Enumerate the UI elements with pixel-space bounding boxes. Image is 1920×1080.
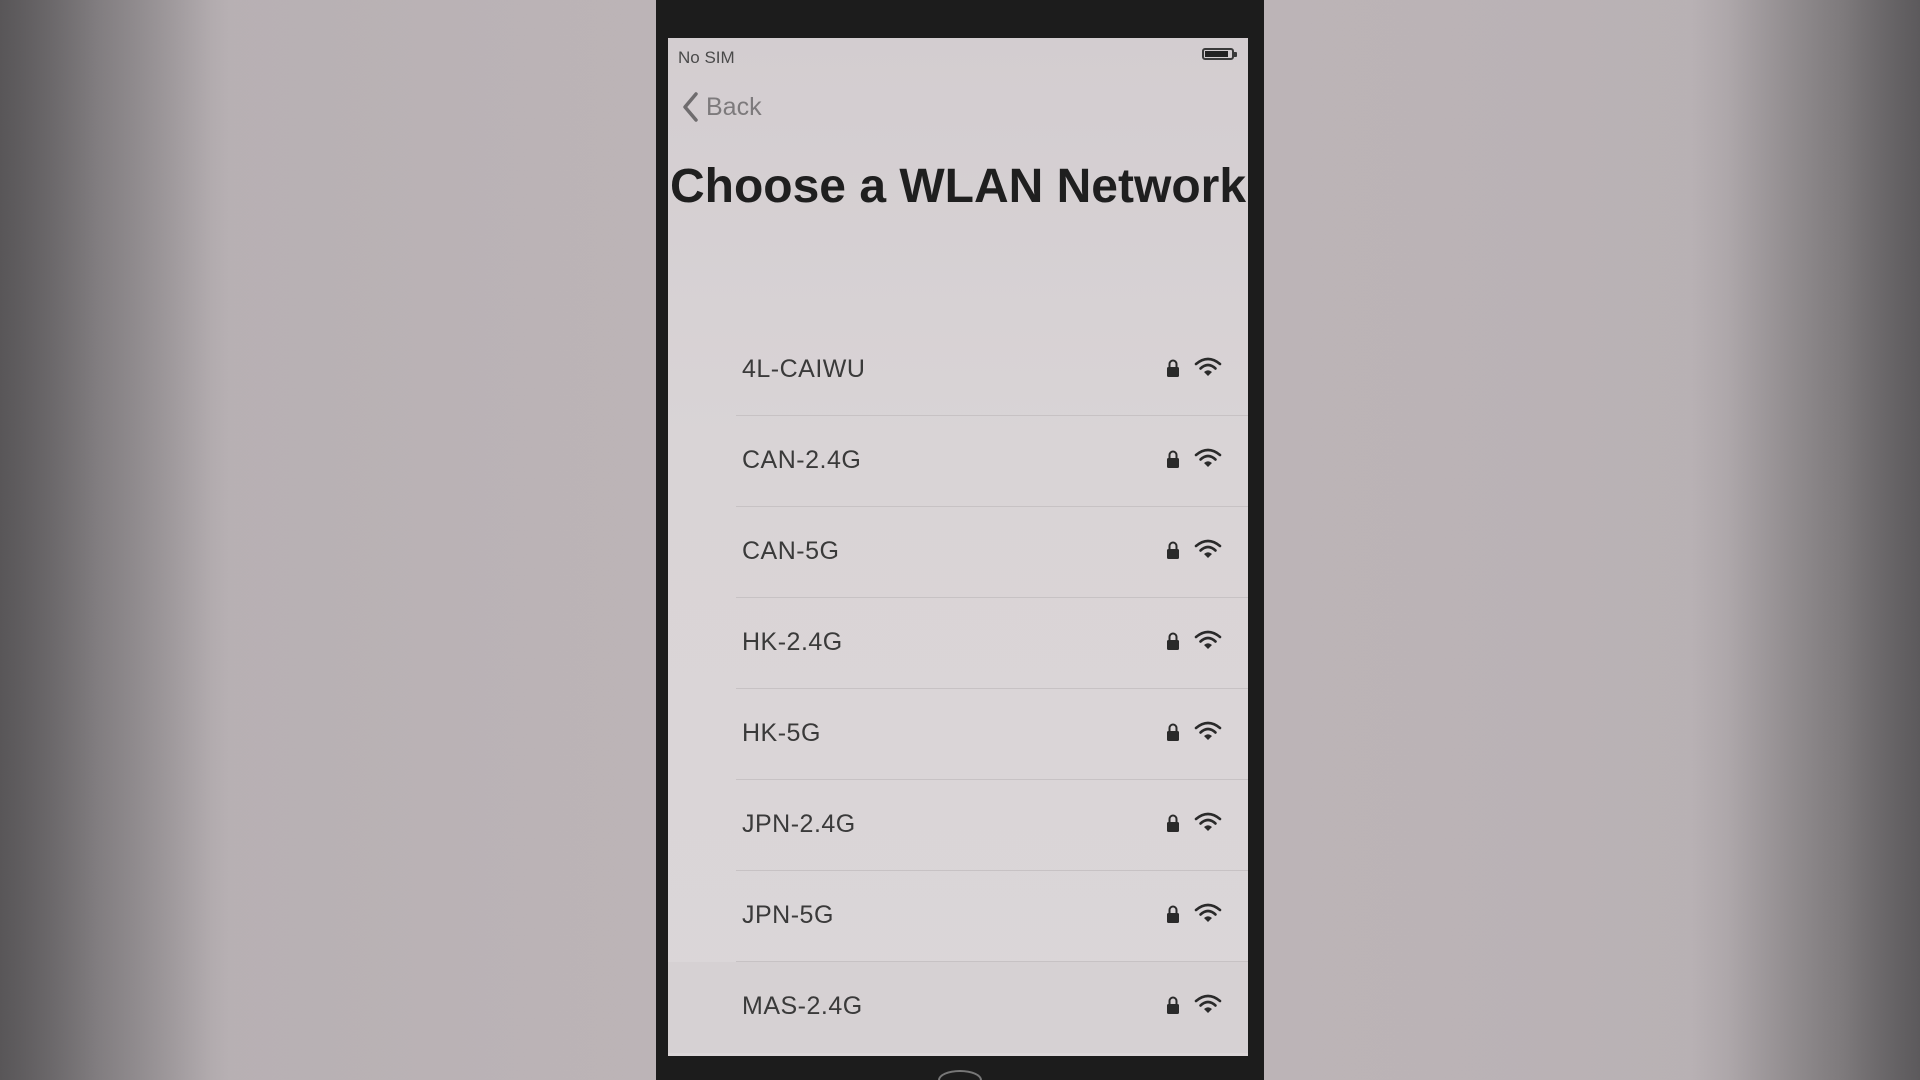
network-name: MAS-2.4G	[742, 992, 863, 1020]
network-row-hk-5g[interactable]: HK-5G	[668, 689, 1248, 780]
lock-icon	[1167, 632, 1179, 650]
network-row-hk-2-4g[interactable]: HK-2.4G	[668, 598, 1248, 689]
lock-icon	[1167, 723, 1179, 741]
wifi-icon	[1194, 812, 1222, 831]
phone-screen: No SIM Back Choose a WLAN Network 4L-CAI…	[668, 38, 1248, 1056]
wifi-icon	[1194, 721, 1222, 740]
background-left	[0, 0, 230, 1080]
chevron-left-icon	[683, 92, 698, 122]
network-name: CAN-5G	[742, 537, 840, 565]
network-name: JPN-2.4G	[742, 810, 856, 838]
network-row-can-2-4g[interactable]: CAN-2.4G	[668, 416, 1248, 507]
lock-icon	[1167, 814, 1179, 832]
background-right	[1690, 0, 1920, 1080]
lock-icon	[1167, 541, 1179, 559]
network-row-mas-2-4g[interactable]: MAS-2.4G	[668, 962, 1248, 1053]
battery-icon	[1202, 48, 1237, 60]
network-name: CAN-2.4G	[742, 446, 862, 474]
home-button[interactable]	[938, 1070, 982, 1080]
back-label: Back	[706, 92, 762, 121]
network-name: JPN-5G	[742, 901, 834, 929]
network-row-4l-caiwu[interactable]: 4L-CAIWU	[668, 325, 1248, 416]
network-name: HK-5G	[742, 719, 821, 747]
lock-icon	[1167, 905, 1179, 923]
wifi-icon	[1194, 903, 1222, 922]
network-name: 4L-CAIWU	[742, 355, 866, 383]
wifi-icon	[1194, 448, 1222, 467]
network-name: HK-2.4G	[742, 628, 843, 656]
network-row-can-5g[interactable]: CAN-5G	[668, 507, 1248, 598]
page-title: Choose a WLAN Network	[669, 160, 1247, 213]
wifi-icon	[1194, 539, 1222, 558]
network-row-jpn-2-4g[interactable]: JPN-2.4G	[668, 780, 1248, 871]
network-list: 4L-CAIWU CAN-2.4G CAN-5G HK-2.4G HK-5G J…	[668, 325, 1248, 1053]
lock-icon	[1167, 359, 1179, 377]
back-button[interactable]: Back	[680, 90, 762, 124]
lock-icon	[1167, 450, 1179, 468]
network-row-jpn-5g[interactable]: JPN-5G	[668, 871, 1248, 962]
status-bar: No SIM	[668, 38, 1248, 67]
wifi-icon	[1194, 357, 1222, 376]
wifi-icon	[1194, 994, 1222, 1013]
phone-frame: No SIM Back Choose a WLAN Network 4L-CAI…	[656, 0, 1264, 1080]
carrier-label: No SIM	[678, 48, 735, 67]
wifi-icon	[1194, 630, 1222, 649]
lock-icon	[1167, 996, 1179, 1014]
